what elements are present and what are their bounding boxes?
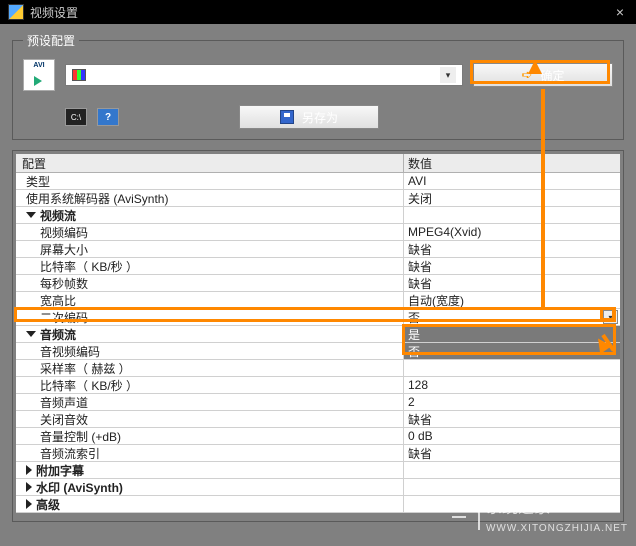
row-value: 否 [408,343,420,360]
preset-selected-label: 高质里和大小 [92,67,164,84]
header-value: 数值 [404,154,620,172]
row-label: 宽高比 [40,292,76,309]
table-row[interactable]: 视频编码 MPEG4(Xvid) [16,224,620,241]
row-value: AVI [408,174,426,188]
table-row[interactable]: 音量控制 (+dB) 0 dB [16,428,620,445]
row-label: 视频编码 [40,224,88,241]
preset-legend: 预设配置 [23,32,79,49]
table-row[interactable]: 附加字幕 [16,462,620,479]
table-row[interactable]: 高级 [16,496,620,513]
row-label: 附加字幕 [36,462,84,479]
ok-label: 确定 [540,67,564,84]
row-value: 自动(宽度) [408,292,464,309]
row-value: 关闭 [408,190,432,207]
row-value: 2 [408,395,415,409]
row-label: 水印 (AviSynth) [36,479,123,496]
chevron-down-icon[interactable]: ▾ [440,67,456,83]
triangle-right-icon[interactable] [26,499,32,509]
table-row[interactable]: 音频流索引 缺省 [16,445,620,462]
row-label: 使用系统解码器 (AviSynth) [26,190,168,207]
saveas-label: 另存为 [302,109,338,126]
table-row[interactable]: 使用系统解码器 (AviSynth) 关闭 [16,190,620,207]
row-value: 0 dB [408,429,433,443]
preset-select[interactable]: 高质里和大小 ▾ [65,64,463,86]
row-value: 缺省 [408,445,432,462]
table-row[interactable]: 关闭音效 缺省 [16,411,620,428]
close-icon[interactable]: × [612,4,628,20]
triangle-down-icon[interactable] [26,331,36,337]
table-row[interactable]: 宽高比 自动(宽度) [16,292,620,309]
grid-header: 配置 数值 [16,154,620,173]
row-value: MPEG4(Xvid) [408,225,481,239]
avi-file-icon: AVI [23,59,55,91]
row-label: 屏幕大小 [40,241,88,258]
row-value: 缺省 [408,258,432,275]
row-label: 音频声道 [40,394,88,411]
table-row[interactable]: 音频声道 2 [16,394,620,411]
table-row[interactable]: 音频流 是 [16,326,620,343]
row-label: 比特率（ KB/秒 ） [40,377,138,394]
row-label: 类型 [26,173,50,190]
table-row[interactable]: 水印 (AviSynth) [16,479,620,496]
row-label: 每秒帧数 [40,275,88,292]
app-icon [8,4,24,20]
row-label: 音频流索引 [40,445,100,462]
floppy-disk-icon [280,110,294,124]
table-row[interactable]: 二次编码 否 ▾ [16,309,620,326]
cell-dropdown-icon[interactable]: ▾ [603,310,618,324]
triangle-right-icon[interactable] [26,465,32,475]
row-value: 128 [408,378,428,392]
table-row[interactable]: 类型 AVI [16,173,620,190]
header-config: 配置 [16,154,404,172]
row-label: 高级 [36,496,60,513]
window-title: 视频设置 [30,4,78,21]
save-as-button[interactable]: 另存为 [239,105,379,129]
video-strip-icon [72,69,86,81]
row-value: 缺省 [408,275,432,292]
preset-fieldset: 预设配置 AVI 高质里和大小 ▾ ➪ 确定 C:\ ? 另存为 [12,32,624,140]
row-label: 视频流 [40,207,76,224]
row-value: 否 [408,309,420,326]
help-icon[interactable]: ? [97,108,119,126]
row-label: 音视频编码 [40,343,100,360]
table-row[interactable]: 每秒帧数 缺省 [16,275,620,292]
table-row[interactable]: 比特率（ KB/秒 ） 128 [16,377,620,394]
ok-button[interactable]: ➪ 确定 [473,63,613,87]
row-label: 音量控制 (+dB) [40,428,121,445]
triangle-right-icon[interactable] [26,482,32,492]
commandline-icon[interactable]: C:\ [65,108,87,126]
row-label: 比特率（ KB/秒 ） [40,258,138,275]
row-value: 缺省 [408,411,432,428]
table-row[interactable]: 视频流 [16,207,620,224]
config-fieldset: 配置 数值 类型 AVI 使用系统解码器 (AviSynth) 关闭视频流视频编码 MP… [12,150,624,522]
row-value: 缺省 [408,241,432,258]
row-label: 二次编码 [40,309,88,326]
table-row[interactable]: 比特率（ KB/秒 ） 缺省 [16,258,620,275]
table-row[interactable]: 屏幕大小 缺省 [16,241,620,258]
config-grid: 配置 数值 类型 AVI 使用系统解码器 (AviSynth) 关闭视频流视频编码 MP… [16,154,620,513]
row-label: 关闭音效 [40,411,88,428]
table-row[interactable]: 采样率（ 赫兹 ） [16,360,620,377]
row-label: 音频流 [40,326,76,343]
row-value: 是 [408,326,420,343]
titlebar: 视频设置 × [0,0,636,24]
table-row[interactable]: 音视频编码 否 [16,343,620,360]
triangle-down-icon[interactable] [26,212,36,218]
row-label: 采样率（ 赫兹 ） [40,360,131,377]
